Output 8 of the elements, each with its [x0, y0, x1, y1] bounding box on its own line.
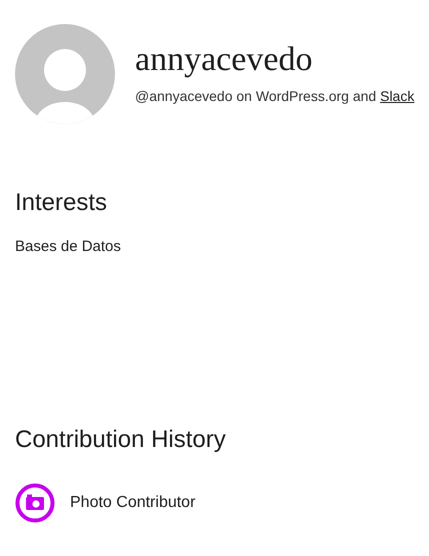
interest-text: Bases de Datos	[15, 238, 122, 255]
avatar-icon	[15, 24, 115, 124]
byline-text: @annyacevedo on WordPress.org and Slack	[135, 88, 414, 104]
section-heading: Contribution History	[15, 425, 227, 455]
username: annyacevedo	[135, 40, 314, 80]
badge-label: Photo Contributor	[70, 494, 196, 512]
section-heading: Interests	[15, 188, 108, 218]
slack-link[interactable]: Slack	[380, 88, 414, 104]
